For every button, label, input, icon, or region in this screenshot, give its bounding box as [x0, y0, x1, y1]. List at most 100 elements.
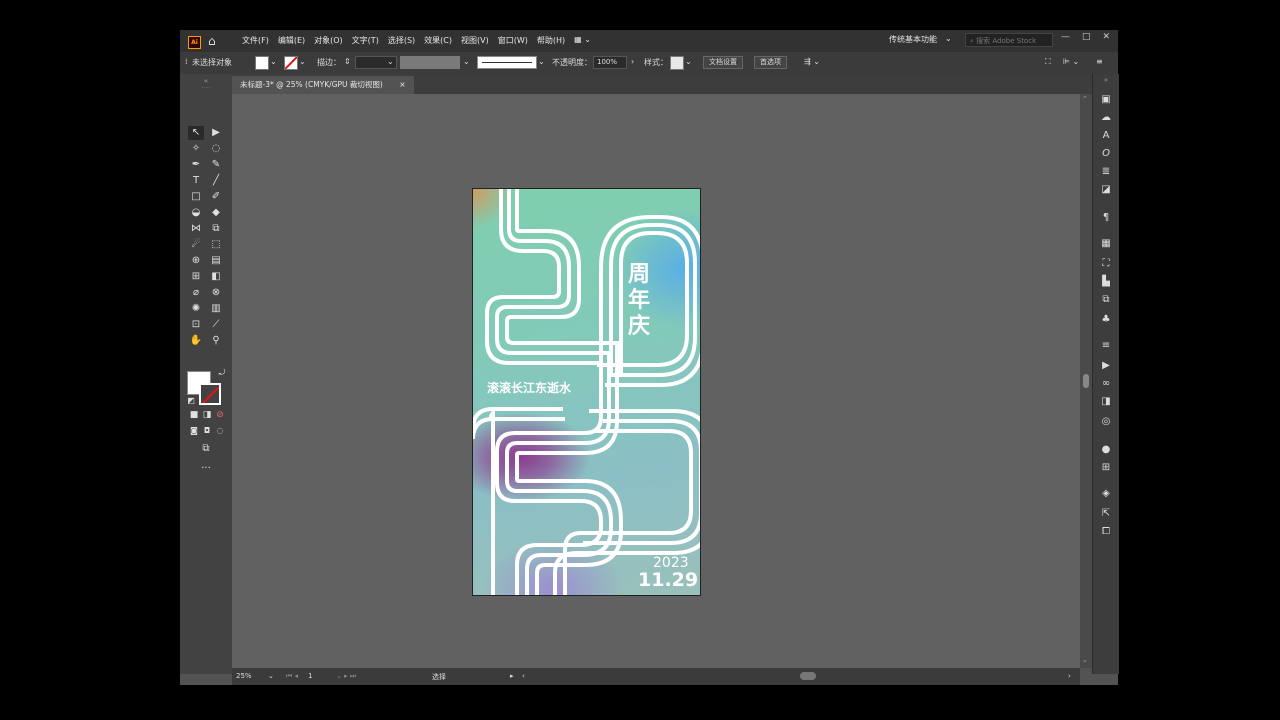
stock-search-input[interactable]: ⌕ 搜索 Adobe Stock — [965, 33, 1053, 47]
artboard[interactable]: 周 年 庆 滚滚长江东逝水 2023 11.29 — [472, 188, 701, 596]
export-panel-icon[interactable]: ⇱ — [1100, 508, 1112, 520]
draw-inside-icon[interactable]: ◌ — [212, 424, 228, 438]
vertical-scrollbar[interactable]: ⌃ ⌄ — [1080, 94, 1092, 668]
paragraph-panel-icon[interactable]: ¶ — [1100, 212, 1112, 224]
color-guide-icon[interactable]: ◪ — [1100, 184, 1112, 196]
align-icon[interactable]: ⊫ ⌄ — [1063, 57, 1079, 66]
menu-type[interactable]: 文字(T) — [352, 35, 379, 46]
scroll-down-icon[interactable]: ⌄ — [1082, 656, 1088, 664]
restore-button[interactable]: □ — [1082, 32, 1091, 42]
menu-effect[interactable]: 效果(C) — [424, 35, 452, 46]
brush-definition[interactable] — [477, 56, 537, 69]
chevron-down-icon[interactable]: ⌄ — [945, 34, 952, 43]
opacity-field[interactable]: 100% — [593, 56, 627, 69]
shaper-tool-icon[interactable]: ◒ — [188, 206, 204, 220]
document-tab[interactable]: 未标题-3* @ 25% (CMYK/GPU 裁切视图) × — [232, 76, 414, 94]
column-graph-tool-icon[interactable]: ▥ — [208, 302, 224, 316]
free-transform-tool-icon[interactable]: ⬚ — [208, 238, 224, 252]
eyedropper-tool-icon[interactable]: ⌀ — [188, 286, 204, 300]
stroke-panel-icon[interactable]: ≡ — [1100, 340, 1112, 352]
layers-panel-icon[interactable]: ◈ — [1100, 488, 1112, 500]
style-chevron-icon[interactable]: ⌄ — [685, 57, 692, 66]
transform-icon[interactable]: ⛶ — [1045, 57, 1051, 67]
menu-object[interactable]: 对象(O) — [314, 35, 343, 46]
screen-mode-icon[interactable]: ⧉ — [198, 442, 214, 456]
document-setup-button[interactable]: 文档设置 — [703, 56, 743, 69]
control-menu-icon[interactable]: ≡ — [1096, 57, 1103, 66]
menu-file[interactable]: 文件(F) — [242, 35, 269, 46]
opentype-panel-icon[interactable]: O — [1100, 148, 1112, 160]
graphic-style-swatch[interactable] — [670, 56, 684, 70]
brush-chevron-icon[interactable]: ⌄ — [538, 57, 545, 66]
eraser-tool-icon[interactable]: ◆ — [208, 206, 224, 220]
slice-tool-icon[interactable]: ⟋ — [208, 318, 224, 332]
workspace-switcher[interactable]: 传统基本功能 — [889, 34, 937, 45]
selection-tool-icon[interactable]: ↖ — [188, 126, 204, 140]
first-artboard-icon[interactable]: ⏮ ◂ — [286, 672, 298, 681]
links-panel-icon[interactable]: ∞ — [1100, 378, 1112, 390]
stroke-chevron-icon[interactable]: ⌄ — [299, 57, 306, 66]
character-panel-icon[interactable]: A — [1100, 130, 1112, 142]
magic-wand-tool-icon[interactable]: ✧ — [188, 142, 204, 156]
menu-select[interactable]: 选择(S) — [388, 35, 415, 46]
artboard-chevron-icon[interactable]: ⌄ ▸ ⏭ — [336, 672, 356, 681]
zoom-tool-icon[interactable]: ⚲ — [208, 334, 224, 348]
arrange-icon[interactable]: ⇶ ⌄ — [804, 57, 820, 66]
fill-chevron-icon[interactable]: ⌄ — [270, 57, 277, 66]
dock-expand-icon[interactable]: » — [1100, 74, 1112, 86]
vertical-scroll-thumb[interactable] — [1083, 374, 1089, 388]
align-panel-icon[interactable]: ▙ — [1100, 276, 1112, 288]
pathfinder-panel-icon[interactable]: ⧉ — [1100, 294, 1112, 306]
home-icon[interactable]: ⌂ — [208, 34, 216, 48]
artboard-number[interactable]: 1 — [308, 672, 312, 680]
blend-tool-icon[interactable]: ⊗ — [208, 286, 224, 300]
symbols-panel-icon[interactable]: ♣ — [1100, 314, 1112, 326]
rectangle-tool-icon[interactable]: □ — [188, 190, 204, 204]
mesh-tool-icon[interactable]: ⊞ — [188, 270, 204, 284]
color-panel-icon[interactable]: ● — [1100, 444, 1112, 456]
menu-help[interactable]: 帮助(H) — [537, 35, 565, 46]
lasso-tool-icon[interactable]: ◌ — [208, 142, 224, 156]
profile-chevron-icon[interactable]: ⌄ — [463, 57, 470, 66]
default-fill-stroke-icon[interactable]: ◩ — [183, 394, 199, 408]
gradient-panel-icon[interactable]: ◨ — [1100, 396, 1112, 408]
warp-tool-icon[interactable]: ☄ — [188, 238, 204, 252]
zoom-level[interactable]: 25% — [236, 672, 252, 680]
menu-window[interactable]: 窗口(W) — [498, 35, 528, 46]
paragraph-styles-icon[interactable]: ≣ — [1100, 166, 1112, 178]
stroke-stepper-icon[interactable]: ⇕ — [344, 57, 351, 66]
image-trace-icon[interactable]: ▦ — [1100, 238, 1112, 250]
swatches-panel-icon[interactable]: ⊞ — [1100, 462, 1112, 474]
scroll-left-icon[interactable]: ‹ — [522, 672, 525, 680]
libraries-panel-icon[interactable]: ☁ — [1100, 112, 1112, 124]
opacity-chevron-icon[interactable]: › — [631, 57, 634, 66]
scroll-right-icon[interactable]: › — [1068, 672, 1071, 680]
minimize-button[interactable]: — — [1061, 32, 1070, 42]
scroll-up-icon[interactable]: ⌃ — [1082, 95, 1088, 103]
line-tool-icon[interactable]: ╱ — [208, 174, 224, 188]
status-menu-icon[interactable]: ▸ — [510, 672, 514, 680]
properties-panel-icon[interactable]: ▣ — [1100, 94, 1112, 106]
variable-width-profile[interactable] — [400, 56, 460, 69]
curvature-tool-icon[interactable]: ✎ — [208, 158, 224, 172]
direct-selection-tool-icon[interactable]: ▶ — [208, 126, 224, 140]
menu-view[interactable]: 视图(V) — [461, 35, 489, 46]
stroke-swatch[interactable] — [284, 56, 298, 70]
symbol-sprayer-tool-icon[interactable]: ✺ — [188, 302, 204, 316]
fill-swatch[interactable] — [255, 56, 269, 70]
artboards-panel-icon[interactable]: ⧠ — [1100, 526, 1112, 538]
edit-toolbar-icon[interactable]: ··· — [198, 462, 214, 476]
paintbrush-tool-icon[interactable]: ✐ — [208, 190, 224, 204]
pen-tool-icon[interactable]: ✒ — [188, 158, 204, 172]
type-tool-icon[interactable]: T — [188, 174, 204, 188]
scale-tool-icon[interactable]: ⧉ — [208, 222, 224, 236]
arrange-documents-icon[interactable]: ▦ ⌄ — [574, 35, 591, 46]
reflect-tool-icon[interactable]: ⋈ — [188, 222, 204, 236]
close-button[interactable]: ✕ — [1102, 32, 1110, 42]
stroke-weight-chevron-icon[interactable]: ⌄ — [387, 57, 394, 66]
none-mode-icon[interactable]: ⊘ — [212, 408, 228, 422]
actions-panel-icon[interactable]: ▶ — [1100, 360, 1112, 372]
menu-edit[interactable]: 编辑(E) — [278, 35, 305, 46]
perspective-grid-tool-icon[interactable]: ▤ — [208, 254, 224, 268]
preferences-button[interactable]: 首选项 — [754, 56, 787, 69]
